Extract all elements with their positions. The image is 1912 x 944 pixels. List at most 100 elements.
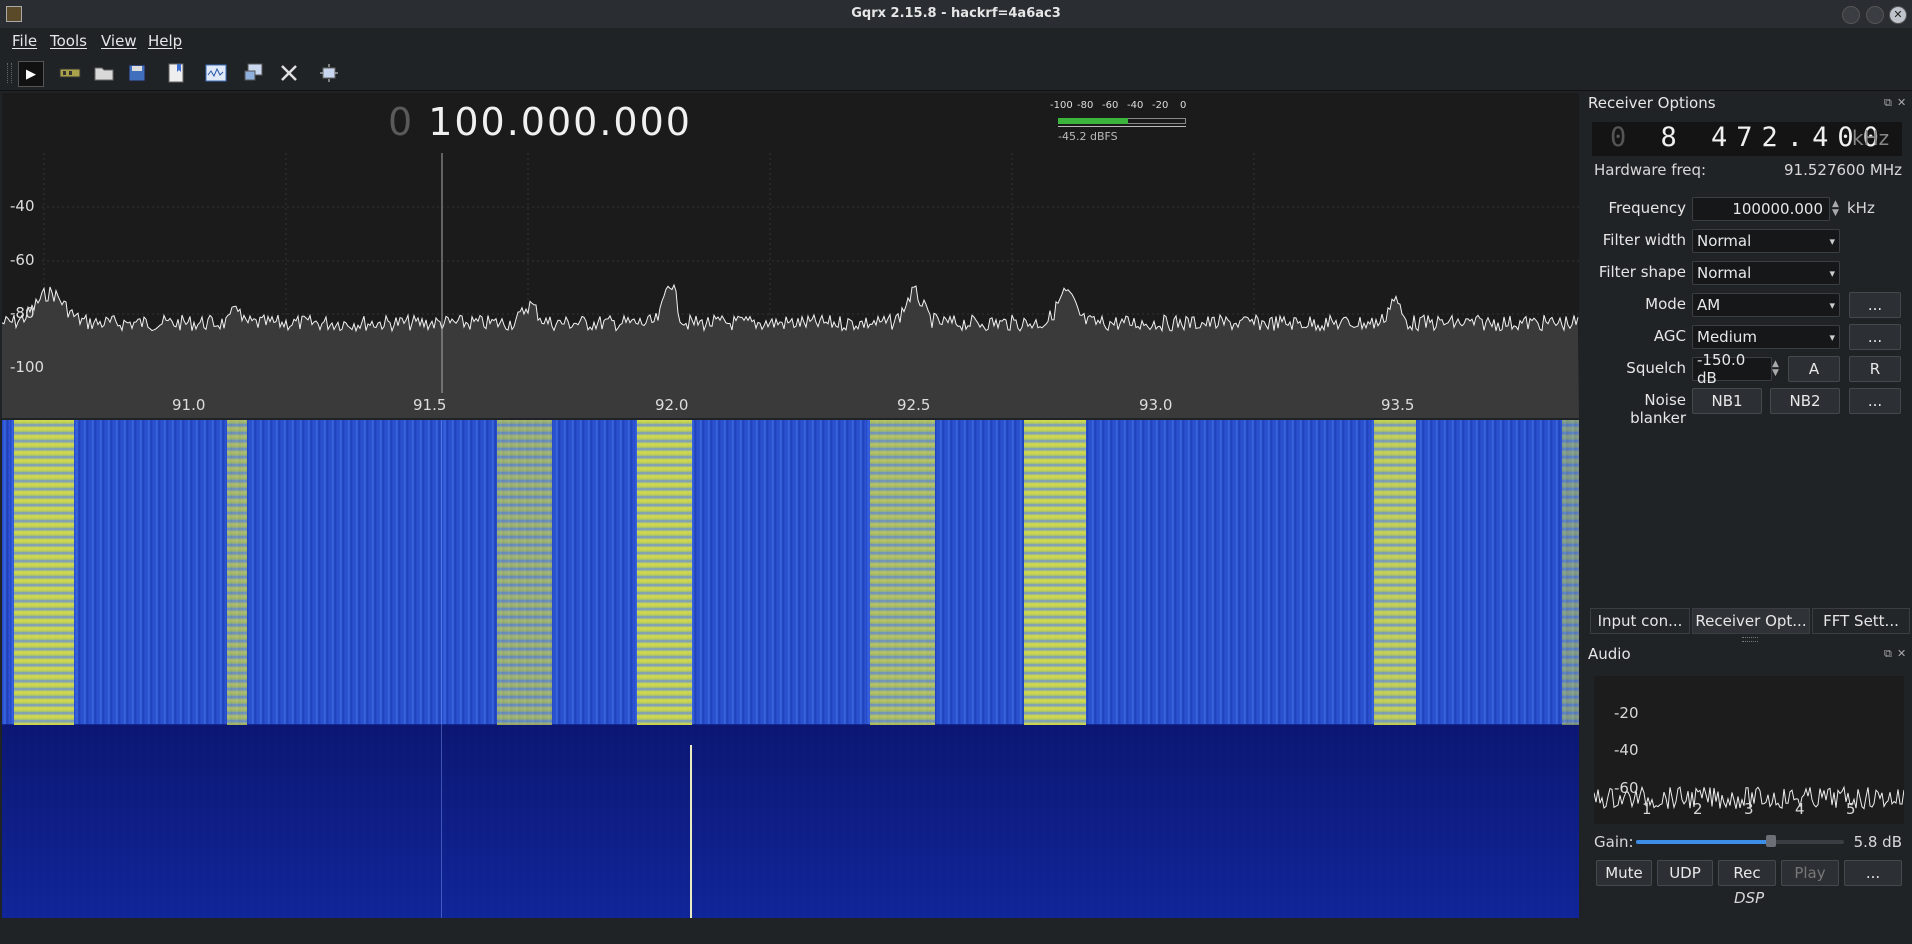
y-axis-label: -100 (10, 358, 45, 376)
gain-slider-handle[interactable] (1766, 835, 1776, 847)
filter-width-value: Normal (1697, 232, 1752, 250)
minimize-button[interactable] (1842, 6, 1860, 24)
offset-digits: 0 8 472.400 (1610, 122, 1888, 153)
meter-tick: -60 (1102, 100, 1119, 111)
maximize-button[interactable] (1866, 6, 1884, 24)
play-button[interactable]: Play (1781, 860, 1839, 886)
menu-help[interactable]: Help (148, 32, 182, 50)
waterfall-signal-band (227, 420, 247, 725)
frequency-spinner[interactable]: ▲ ▼ (1832, 197, 1842, 221)
nb2-button[interactable]: NB2 (1770, 388, 1840, 414)
offset-unit: kHz (1852, 126, 1890, 150)
mode-label: Mode (1645, 295, 1686, 313)
filter-width-label: Filter width (1602, 231, 1686, 249)
play-icon[interactable]: ▶ (18, 61, 44, 87)
close-dock-icon[interactable]: ✕ (1897, 647, 1906, 660)
squelch-input[interactable]: -150.0 dB (1692, 351, 1772, 387)
y-axis-label: -60 (10, 251, 35, 269)
frequency-lead-digit: 0 (388, 100, 415, 144)
filter-shape-value: Normal (1697, 264, 1752, 282)
offset-lead-digit: 0 (1610, 122, 1636, 153)
mute-button[interactable]: Mute (1596, 860, 1652, 886)
waterfall-marker (690, 745, 692, 918)
mode-value: AM (1697, 296, 1721, 314)
menu-view[interactable]: View (101, 32, 137, 50)
hardware-icon[interactable] (58, 61, 82, 85)
frequency-digits: 100.000.000 (428, 100, 692, 144)
meter-readout: -45.2 dBFS (1058, 130, 1118, 143)
menu-tools[interactable]: Tools (50, 32, 87, 50)
splitter-handle[interactable] (1742, 637, 1758, 642)
meter-level-bar (1058, 118, 1128, 124)
spin-down-icon[interactable]: ▼ (1832, 209, 1842, 218)
spin-down-icon[interactable]: ▼ (1772, 369, 1782, 378)
filter-width-select[interactable]: Normal (1692, 229, 1840, 253)
record-button[interactable]: Rec (1718, 860, 1776, 886)
bookmark-icon[interactable] (164, 61, 188, 85)
undock-icon[interactable]: ⧉ (1884, 96, 1892, 110)
agc-value: Medium (1697, 328, 1757, 346)
audio-title: Audio (1588, 645, 1631, 663)
menu-file[interactable]: File (12, 32, 37, 50)
close-dock-icon[interactable]: ✕ (1897, 96, 1906, 109)
x-axis-label: 91.5 (413, 396, 447, 414)
audio-options-button[interactable]: ... (1844, 860, 1902, 886)
audio-x-label: 5 (1846, 800, 1856, 818)
toolbar-grip[interactable] (7, 63, 12, 83)
fft-fill (2, 285, 1579, 418)
frequency-input[interactable]: 100000.000 (1692, 197, 1830, 221)
tab-fft-settings[interactable]: FFT Sett... (1812, 608, 1910, 634)
noise-blanker-label: Noise blanker (1630, 391, 1686, 427)
mode-select[interactable]: AM (1692, 293, 1840, 317)
close-button[interactable]: ✕ (1889, 6, 1907, 24)
center-frequency-display[interactable]: 0 100.000.000 (388, 100, 692, 144)
filter-shape-select[interactable]: Normal (1692, 261, 1840, 285)
audio-y-label: -20 (1614, 704, 1639, 722)
agc-select[interactable]: Medium (1692, 325, 1840, 349)
x-axis-label: 92.0 (655, 396, 689, 414)
frequency-label: Frequency (1608, 199, 1687, 217)
meter-tick: 0 (1180, 100, 1187, 111)
meter-tick: -20 (1152, 100, 1169, 111)
save-icon[interactable] (125, 61, 149, 85)
gain-slider-fill (1636, 840, 1771, 844)
meter-tick: -100 (1050, 100, 1073, 111)
squelch-spinner[interactable]: ▲ ▼ (1772, 357, 1782, 381)
open-icon[interactable] (92, 61, 116, 85)
waterfall-signal-band (1562, 420, 1579, 725)
receiver-options-title: Receiver Options (1588, 94, 1716, 112)
waterfall-signal-band (870, 420, 935, 725)
fft-icon[interactable] (204, 61, 228, 85)
hardware-freq-value: 91.527600 MHz (1784, 161, 1902, 179)
waterfall-display[interactable] (2, 420, 1579, 918)
waterfall-signal-band (1024, 420, 1086, 725)
menu-bar (0, 28, 1912, 54)
nb1-button[interactable]: NB1 (1692, 388, 1762, 414)
x-axis-label: 93.5 (1381, 396, 1415, 414)
meter-tick: -40 (1127, 100, 1144, 111)
hardware-freq-label: Hardware freq: (1594, 161, 1707, 179)
y-axis-label: -40 (10, 197, 35, 215)
audio-y-label: -60 (1614, 779, 1639, 797)
squelch-reset-button[interactable]: R (1849, 356, 1901, 382)
gain-label: Gain: (1594, 833, 1634, 851)
fullscreen-icon[interactable] (317, 61, 341, 85)
filter-shape-label: Filter shape (1598, 263, 1686, 281)
dsp-label: DSP (1734, 889, 1765, 907)
mode-options-button[interactable]: ... (1849, 292, 1901, 318)
tab-receiver-options[interactable]: Receiver Opt... (1692, 608, 1810, 634)
agc-options-button[interactable]: ... (1849, 324, 1901, 350)
status-bar (0, 918, 1912, 944)
agc-label: AGC (1653, 327, 1686, 345)
audio-x-label: 3 (1744, 800, 1754, 818)
remote-icon[interactable] (243, 61, 267, 85)
audio-x-label: 2 (1693, 800, 1703, 818)
udp-button[interactable]: UDP (1657, 860, 1713, 886)
undock-icon[interactable]: ⧉ (1884, 647, 1892, 661)
meter-baseline (1058, 126, 1186, 127)
squelch-auto-button[interactable]: A (1788, 356, 1840, 382)
tab-input-controls[interactable]: Input con... (1590, 608, 1690, 634)
noise-blanker-options-button[interactable]: ... (1849, 388, 1901, 414)
waterfall-signal-band (14, 420, 74, 725)
settings-icon[interactable] (277, 61, 301, 85)
